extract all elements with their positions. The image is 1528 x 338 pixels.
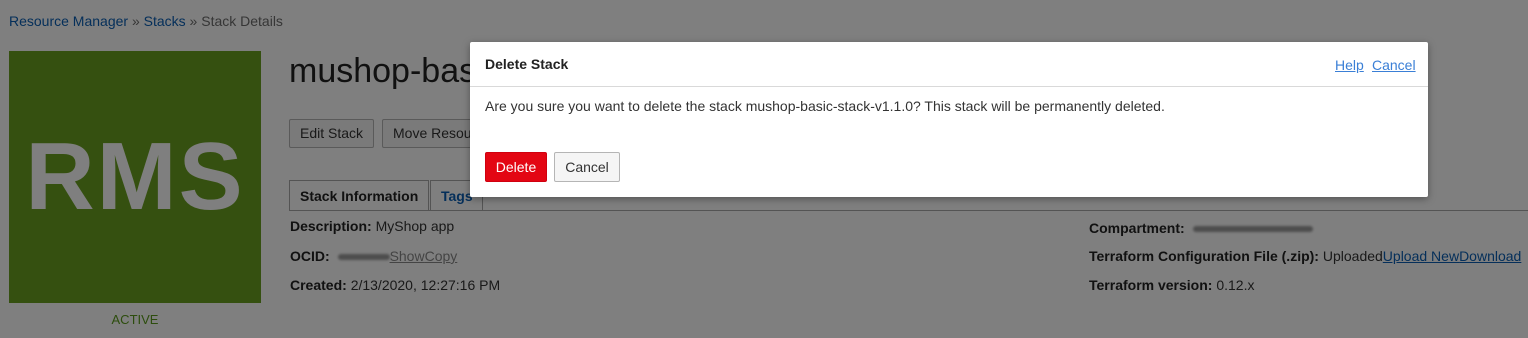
- dialog-title: Delete Stack: [485, 56, 569, 72]
- delete-stack-dialog: Delete Stack Help Cancel Are you sure yo…: [470, 42, 1428, 197]
- dialog-cancel-link[interactable]: Cancel: [1372, 57, 1416, 73]
- delete-button[interactable]: Delete: [485, 152, 547, 182]
- cancel-button[interactable]: Cancel: [554, 152, 620, 182]
- dialog-message: Are you sure you want to delete the stac…: [485, 98, 1165, 114]
- dialog-help-link[interactable]: Help: [1335, 57, 1364, 73]
- dialog-header: Delete Stack Help Cancel: [470, 42, 1428, 87]
